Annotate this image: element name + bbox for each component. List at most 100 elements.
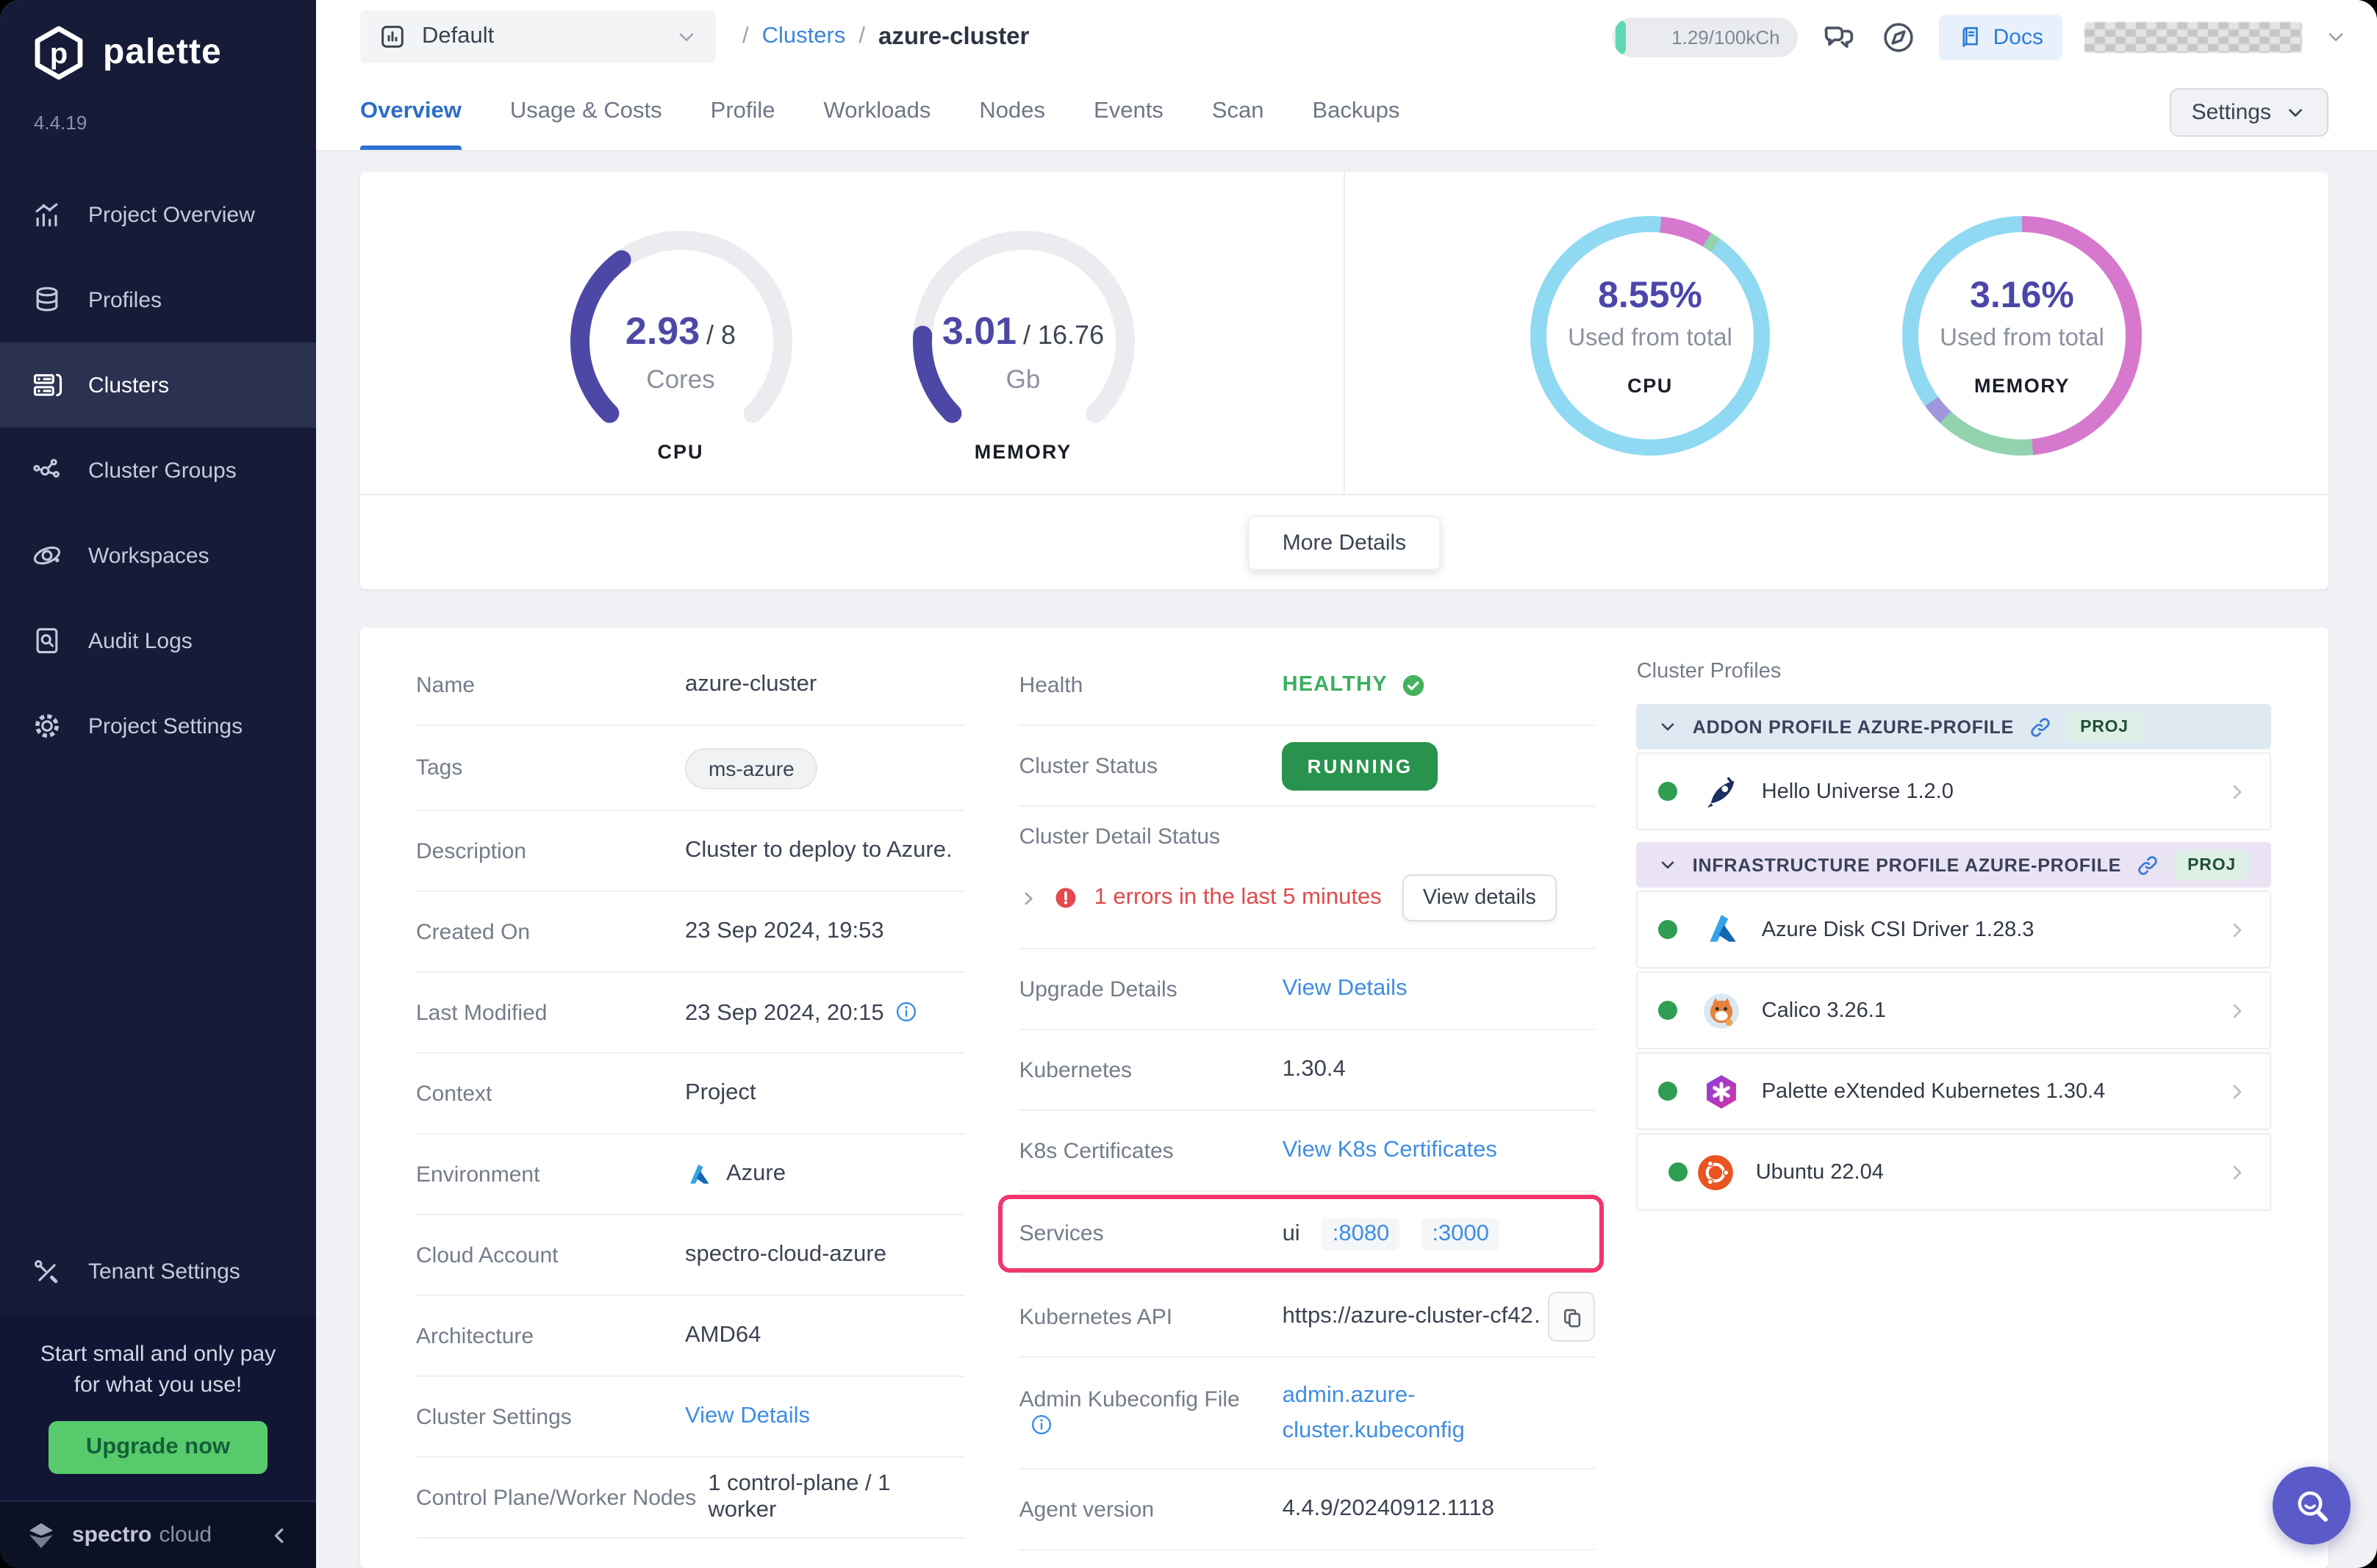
clusters-icon bbox=[31, 369, 66, 401]
row-health: Health HEALTHY bbox=[1019, 645, 1596, 726]
sidebar-collapse-button[interactable] bbox=[266, 1522, 293, 1548]
tab-backups[interactable]: Backups bbox=[1313, 73, 1400, 150]
info-icon[interactable] bbox=[1030, 1412, 1055, 1437]
link-icon bbox=[2029, 715, 2052, 738]
view-error-details-button[interactable]: View details bbox=[1402, 874, 1557, 921]
row-k8s-certificates: K8s Certificates View K8s Certificates bbox=[1019, 1111, 1596, 1192]
cluster-details-card: Name azure-cluster Tags ms-azure Descrip… bbox=[360, 627, 2328, 1568]
addon-profile-header[interactable]: ADDON PROFILE AZURE-PROFILE PROJ bbox=[1637, 704, 2271, 749]
profile-item-azure-disk-csi[interactable]: Azure Disk CSI Driver 1.28.3 bbox=[1637, 891, 2271, 968]
row-agent-version: Agent version 4.4.9/20240912.1118 bbox=[1019, 1470, 1596, 1550]
app-version: 4.4.19 bbox=[0, 82, 316, 134]
cluster-settings-link[interactable]: View Details bbox=[685, 1403, 810, 1430]
chevron-right-icon bbox=[2226, 1160, 2249, 1184]
more-details-button[interactable]: More Details bbox=[1249, 515, 1440, 569]
footer-brand-light: cloud bbox=[159, 1522, 212, 1547]
description-value: Cluster to deploy to Azure. bbox=[685, 838, 953, 864]
infrastructure-profile-header[interactable]: INFRASTRUCTURE PROFILE AZURE-PROFILE PRO… bbox=[1637, 842, 2271, 888]
sidebar-item-project-settings[interactable]: Project Settings bbox=[0, 683, 316, 769]
row-tags: Tags ms-azure bbox=[416, 726, 965, 811]
cloud-account-value: spectro-cloud-azure bbox=[685, 1242, 886, 1268]
user-menu-chevron-icon[interactable] bbox=[2324, 25, 2348, 48]
search-fab-button[interactable] bbox=[2273, 1467, 2351, 1544]
status-dot bbox=[1659, 782, 1678, 801]
svg-text:p: p bbox=[50, 37, 68, 70]
created-on-value: 23 Sep 2024, 19:53 bbox=[685, 918, 884, 945]
chevron-right-icon bbox=[2226, 780, 2249, 803]
sidebar-nav: Project Overview Profiles bbox=[0, 172, 316, 769]
profile-item-ubuntu[interactable]: Ubuntu 22.04 bbox=[1637, 1133, 2271, 1211]
tab-nodes[interactable]: Nodes bbox=[979, 73, 1045, 150]
promo-text: Start small and only pay for what you us… bbox=[21, 1338, 295, 1402]
sidebar-item-profiles[interactable]: Profiles bbox=[0, 257, 316, 342]
profile-item-hello-universe[interactable]: Hello Universe 1.2.0 bbox=[1637, 752, 2271, 830]
sidebar-item-clusters[interactable]: Clusters bbox=[0, 342, 316, 428]
upgrade-promo: Start small and only pay for what you us… bbox=[0, 1315, 316, 1500]
tab-overview[interactable]: Overview bbox=[360, 73, 462, 150]
sidebar-item-label: Cluster Groups bbox=[88, 458, 237, 483]
copy-icon[interactable] bbox=[1549, 1292, 1596, 1342]
sidebar-item-workspaces[interactable]: Workspaces bbox=[0, 513, 316, 598]
services-value: ui :8080 :3000 bbox=[1283, 1218, 1499, 1250]
spectro-cloud-logo-icon bbox=[24, 1517, 59, 1553]
sidebar-item-project-overview[interactable]: Project Overview bbox=[0, 172, 316, 257]
chevron-down-icon bbox=[1659, 717, 1678, 736]
chevron-right-icon bbox=[2226, 918, 2249, 941]
k8s-certificates-link[interactable]: View K8s Certificates bbox=[1283, 1137, 1497, 1164]
sidebar-item-audit-logs[interactable]: Audit Logs bbox=[0, 598, 316, 683]
footer-brand-bold: spectro bbox=[72, 1522, 151, 1547]
last-modified-value: 23 Sep 2024, 20:15 bbox=[685, 999, 919, 1026]
palette-app-window: p palette 4.4.19 Project Overview bbox=[0, 0, 2377, 1568]
agent-version-value: 4.4.9/20240912.1118 bbox=[1283, 1496, 1494, 1522]
breadcrumb-clusters-link[interactable]: Clusters bbox=[762, 24, 846, 50]
profile-item-palette-extended-k8s[interactable]: Palette eXtended Kubernetes 1.30.4 bbox=[1637, 1052, 2271, 1130]
upgrade-details-link[interactable]: View Details bbox=[1283, 976, 1408, 1002]
expand-chevron-icon[interactable] bbox=[1019, 888, 1039, 907]
row-context: Context Project bbox=[416, 1054, 965, 1134]
cpu-total-value: / 8 bbox=[706, 320, 736, 350]
row-created-on: Created On 23 Sep 2024, 19:53 bbox=[416, 892, 965, 973]
project-chart-icon bbox=[378, 22, 407, 51]
sidebar-item-cluster-groups[interactable]: Cluster Groups bbox=[0, 428, 316, 513]
breadcrumb-current: azure-cluster bbox=[878, 23, 1029, 51]
cluster-name-value: azure-cluster bbox=[685, 672, 817, 698]
project-selector[interactable]: Default bbox=[360, 10, 716, 63]
row-cluster-status: Cluster Status RUNNING bbox=[1019, 726, 1596, 807]
memory-caption: MEMORY bbox=[902, 441, 1144, 463]
docs-label: Docs bbox=[1993, 24, 2043, 49]
service-port-8080-link[interactable]: :8080 bbox=[1322, 1218, 1400, 1250]
row-admin-kubeconfig: Admin Kubeconfig File admin.azure-cluste… bbox=[1019, 1358, 1596, 1470]
tab-events[interactable]: Events bbox=[1094, 73, 1164, 150]
sidebar-item-tenant-settings[interactable]: Tenant Settings bbox=[0, 1229, 316, 1315]
cpu-donut-chart: 8.55% Used from total CPU bbox=[1530, 216, 1770, 456]
cpu-donut-caption: Used from total bbox=[1568, 325, 1732, 353]
cluster-profiles-title: Cluster Profiles bbox=[1637, 660, 2271, 683]
upgrade-now-button[interactable]: Upgrade now bbox=[49, 1421, 267, 1474]
kubeconfig-download-link[interactable]: admin.azure-cluster.kubeconfig bbox=[1283, 1379, 1518, 1447]
chat-icon[interactable] bbox=[1820, 18, 1858, 56]
running-status-badge: RUNNING bbox=[1283, 741, 1438, 790]
tab-profile[interactable]: Profile bbox=[711, 73, 775, 150]
compass-icon[interactable] bbox=[1880, 18, 1917, 55]
error-icon bbox=[1053, 885, 1080, 911]
ubuntu-icon bbox=[1697, 1153, 1735, 1191]
card-divider bbox=[1344, 172, 1345, 494]
user-name-redacted[interactable] bbox=[2084, 21, 2302, 52]
cluster-profiles-panel: Cluster Profiles ADDON PROFILE AZURE-PRO… bbox=[1637, 645, 2271, 1568]
row-services: Services ui :8080 :3000 bbox=[1019, 1192, 1596, 1277]
kubernetes-version-value: 1.30.4 bbox=[1283, 1057, 1346, 1083]
tab-usage-costs[interactable]: Usage & Costs bbox=[510, 73, 662, 150]
tab-workloads[interactable]: Workloads bbox=[824, 73, 931, 150]
sidebar: p palette 4.4.19 Project Overview bbox=[0, 0, 316, 1568]
service-port-3000-link[interactable]: :3000 bbox=[1421, 1218, 1499, 1250]
tab-scan[interactable]: Scan bbox=[1212, 73, 1264, 150]
book-icon bbox=[1958, 24, 1983, 49]
cpu-used-value: 2.93 bbox=[625, 309, 700, 353]
profile-item-calico[interactable]: Calico 3.26.1 bbox=[1637, 971, 2271, 1049]
memory-donut-label: MEMORY bbox=[1974, 375, 2070, 397]
settings-button[interactable]: Settings bbox=[2170, 88, 2328, 137]
row-cluster-detail-status: Cluster Detail Status 1 errors in the la… bbox=[1019, 807, 1596, 949]
info-icon[interactable] bbox=[894, 999, 919, 1024]
breadcrumb-separator: / bbox=[858, 24, 865, 50]
docs-button[interactable]: Docs bbox=[1939, 14, 2062, 60]
